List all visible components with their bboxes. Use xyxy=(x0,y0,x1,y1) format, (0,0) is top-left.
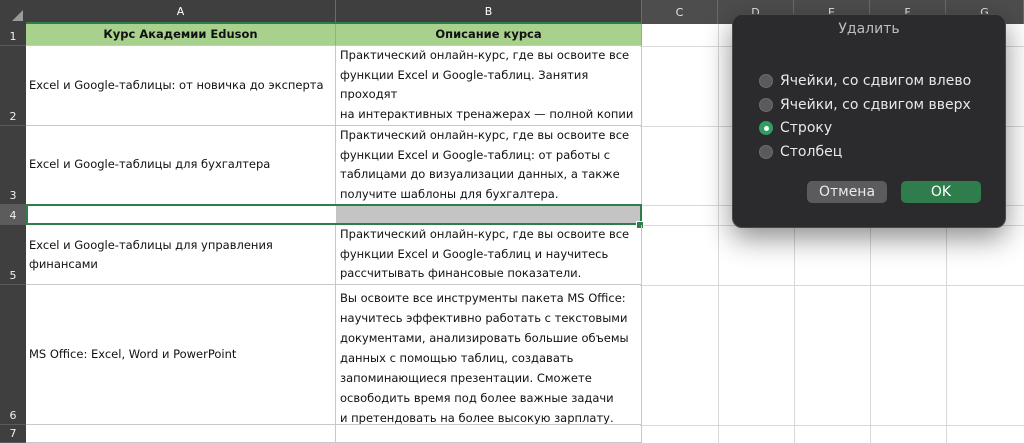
cancel-button[interactable]: Отмена xyxy=(807,181,887,203)
radio-button[interactable] xyxy=(759,74,773,88)
option-label: Столбец xyxy=(780,144,843,160)
option-label: Ячейки, со сдвигом вверх xyxy=(780,97,971,113)
row-header-1[interactable]: 1 xyxy=(0,24,26,46)
option-entire-column[interactable]: Столбец xyxy=(759,142,842,162)
row-header-6[interactable]: 6 xyxy=(0,285,26,425)
cell-a2[interactable]: Excel и Google-таблицы: от новичка до эк… xyxy=(26,46,336,126)
select-all-corner[interactable] xyxy=(0,0,26,24)
row-header-5[interactable]: 5 xyxy=(0,225,26,285)
option-label: Ячейки, со сдвигом влево xyxy=(780,73,972,89)
cell-b7[interactable] xyxy=(336,425,642,443)
option-entire-row[interactable]: Строку xyxy=(759,118,832,138)
selected-row-4[interactable] xyxy=(26,204,642,225)
column-header-b[interactable]: B xyxy=(336,0,642,24)
grid-line xyxy=(640,425,1024,426)
cell-b5[interactable]: Практический онлайн-курс, где вы освоите… xyxy=(336,225,642,285)
cell-b6[interactable]: Вы освоите все инструменты пакета MS Off… xyxy=(336,285,642,425)
grid-line xyxy=(718,24,719,443)
row-header-7[interactable]: 7 xyxy=(0,425,26,443)
row-header-2[interactable]: 2 xyxy=(0,46,26,126)
ok-button[interactable]: OK xyxy=(901,181,981,203)
grid-line xyxy=(640,285,1024,286)
cell-b3[interactable]: Практический онлайн-курс, где вы освоите… xyxy=(336,126,642,205)
option-label: Строку xyxy=(780,120,833,136)
cell-a5[interactable]: Excel и Google-таблицы для управления фи… xyxy=(26,225,336,285)
option-shift-left[interactable]: Ячейки, со сдвигом влево xyxy=(759,71,971,91)
delete-dialog: Удалить Ячейки, со сдвигом влево Ячейки,… xyxy=(732,14,1006,228)
header-cell-description[interactable]: Описание курса xyxy=(336,24,642,46)
cell-a7[interactable] xyxy=(26,425,336,443)
radio-button[interactable] xyxy=(759,98,773,112)
cell-b2[interactable]: Практический онлайн-курс, где вы освоите… xyxy=(336,46,642,126)
cell-a3[interactable]: Excel и Google-таблицы для бухгалтера xyxy=(26,126,336,205)
option-shift-up[interactable]: Ячейки, со сдвигом вверх xyxy=(759,95,971,115)
row-header-4[interactable]: 4 xyxy=(0,205,26,225)
dialog-title: Удалить xyxy=(838,21,900,37)
cell-a6[interactable]: MS Office: Excel, Word и PowerPoint xyxy=(26,285,336,425)
column-header-a[interactable]: A xyxy=(26,0,336,24)
radio-button[interactable] xyxy=(759,145,773,159)
radio-button-selected[interactable] xyxy=(759,121,773,135)
row-header-3[interactable]: 3 xyxy=(0,126,26,205)
header-cell-course[interactable]: Курс Академии Eduson xyxy=(26,24,336,46)
column-header-c[interactable]: C xyxy=(642,0,718,24)
